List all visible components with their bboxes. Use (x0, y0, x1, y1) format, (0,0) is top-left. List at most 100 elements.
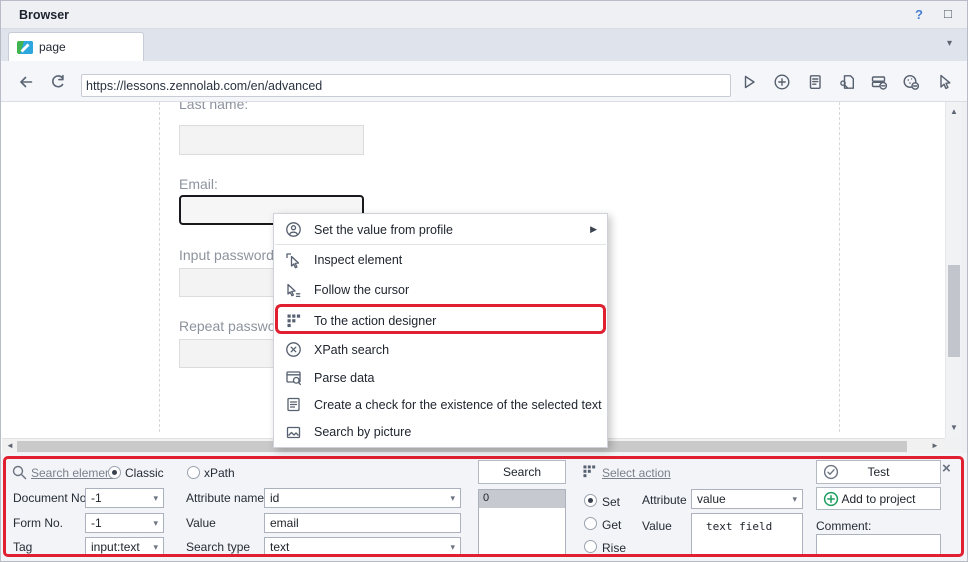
comment-label: Comment: (816, 519, 871, 533)
menu-item-xpath-search[interactable]: XPath search (274, 335, 607, 364)
check-text-icon (285, 396, 302, 413)
page-tools-icon[interactable] (838, 73, 856, 91)
scrollbar-corner (945, 438, 961, 453)
search-element-link[interactable]: Search element (31, 466, 115, 480)
url-input[interactable] (81, 74, 731, 97)
add-to-project-button-label: Add to project (841, 492, 915, 506)
layout-guide-line (839, 102, 840, 432)
document-no-label: Document No. (13, 491, 90, 505)
title-bar: Browser ? □ (1, 1, 967, 29)
menu-item-parse-data[interactable]: Parse data (274, 364, 607, 391)
tab-label: page (39, 40, 66, 54)
menu-item-label: To the action designer (314, 314, 436, 328)
last-name-field[interactable] (179, 125, 364, 155)
add-icon[interactable] (773, 73, 791, 91)
get-radio-label[interactable]: Get (602, 518, 621, 532)
run-icon[interactable] (740, 73, 758, 91)
comment-input[interactable] (816, 534, 941, 555)
menu-item-follow-the-cursor[interactable]: Follow the cursor (274, 275, 607, 305)
get-radio[interactable] (584, 517, 597, 530)
email-label: Email: (179, 176, 218, 192)
tab-list-chevron-down-icon[interactable]: ▾ (947, 38, 952, 49)
classic-radio-label[interactable]: Classic (125, 466, 164, 480)
log-icon[interactable] (806, 73, 824, 91)
action-value-label: Value (642, 519, 672, 533)
help-icon[interactable]: ? (915, 7, 923, 22)
zennolab-logo-icon (17, 41, 33, 54)
attribute-name-select[interactable]: id ▾ (264, 488, 461, 508)
set-radio[interactable] (584, 494, 597, 507)
search-type-select[interactable]: text ▾ (264, 537, 461, 557)
attribute-label: Attribute (642, 493, 687, 507)
vertical-scrollbar[interactable]: ▲ ▼ (945, 102, 961, 438)
vertical-scroll-thumb[interactable] (948, 265, 960, 357)
chevron-down-icon: ▾ (153, 518, 158, 529)
form-no-select[interactable]: -1 ▾ (85, 513, 164, 533)
chevron-down-icon: ▾ (153, 493, 158, 504)
select-action-icon (583, 465, 596, 478)
attribute-select[interactable]: value ▾ (691, 489, 803, 509)
select-action-link[interactable]: Select action (602, 466, 671, 480)
tab-page[interactable]: page (8, 32, 144, 61)
attribute-name-value: id (270, 491, 279, 505)
document-no-select[interactable]: -1 ▾ (85, 488, 164, 508)
maximize-icon[interactable]: □ (944, 6, 952, 21)
scroll-up-icon[interactable]: ▲ (950, 108, 958, 116)
close-panel-icon[interactable]: × (942, 460, 951, 477)
scroll-left-icon[interactable]: ◄ (6, 442, 14, 450)
menu-item-inspect-element[interactable]: Inspect element (274, 245, 607, 275)
menu-item-label: Search by picture (314, 425, 411, 439)
form-no-label: Form No. (13, 516, 63, 530)
attribute-value: value (697, 492, 726, 506)
menu-item-label: Create a check for the existence of the … (314, 398, 602, 412)
menu-item-set-value-from-profile[interactable]: Set the value from profile ▶ (274, 215, 607, 244)
document-no-value: -1 (91, 491, 102, 505)
scroll-down-icon[interactable]: ▼ (950, 424, 958, 432)
clear-cache-icon[interactable] (870, 73, 888, 91)
action-value-textarea[interactable]: text field (691, 513, 803, 555)
menu-item-label: Follow the cursor (314, 283, 409, 297)
xpath-radio-label[interactable]: xPath (204, 466, 235, 480)
search-button-label: Search (503, 465, 541, 479)
profile-icon (285, 221, 302, 238)
tag-value: input:text (91, 540, 140, 554)
tab-bar: page ▾ (1, 29, 967, 61)
set-radio-label[interactable]: Set (602, 495, 620, 509)
menu-item-to-the-action-designer[interactable]: To the action designer (274, 306, 607, 335)
chevron-down-icon: ▾ (153, 542, 158, 553)
results-list[interactable]: 0 (478, 489, 566, 555)
clear-cookies-icon[interactable] (902, 73, 920, 91)
cursor-icon[interactable] (935, 73, 953, 91)
scroll-right-icon[interactable]: ► (931, 442, 939, 450)
form-no-value: -1 (91, 516, 102, 530)
menu-item-search-by-picture[interactable]: Search by picture (274, 418, 607, 446)
chevron-down-icon: ▾ (792, 494, 797, 505)
submenu-arrow-icon: ▶ (590, 224, 597, 235)
right-gutter (961, 102, 967, 453)
xpath-icon (285, 341, 302, 358)
add-to-project-button[interactable]: Add to project (816, 487, 941, 510)
classic-radio[interactable] (108, 466, 121, 479)
value-input[interactable] (264, 513, 461, 533)
value-label: Value (186, 516, 216, 530)
xpath-radio[interactable] (187, 466, 200, 479)
rise-radio[interactable] (584, 540, 597, 553)
menu-item-label: XPath search (314, 343, 389, 357)
refresh-icon[interactable] (49, 73, 67, 91)
last-name-label: Last name: (179, 102, 248, 112)
back-icon[interactable] (17, 73, 35, 91)
search-type-label: Search type (186, 540, 250, 554)
menu-item-label: Inspect element (314, 253, 402, 267)
attribute-name-label: Attribute name (186, 491, 264, 505)
test-button[interactable]: Test (816, 460, 941, 484)
follow-cursor-icon (285, 282, 302, 299)
search-button[interactable]: Search (478, 460, 566, 484)
menu-item-create-check-selected-text[interactable]: Create a check for the existence of the … (274, 391, 607, 418)
inspect-icon (285, 252, 302, 269)
result-item[interactable]: 0 (479, 490, 565, 508)
check-circle-icon (823, 464, 839, 480)
rise-radio-label[interactable]: Rise (602, 541, 626, 555)
window-title: Browser (19, 8, 69, 22)
tag-select[interactable]: input:text ▾ (85, 537, 164, 557)
chevron-down-icon: ▾ (450, 493, 455, 504)
